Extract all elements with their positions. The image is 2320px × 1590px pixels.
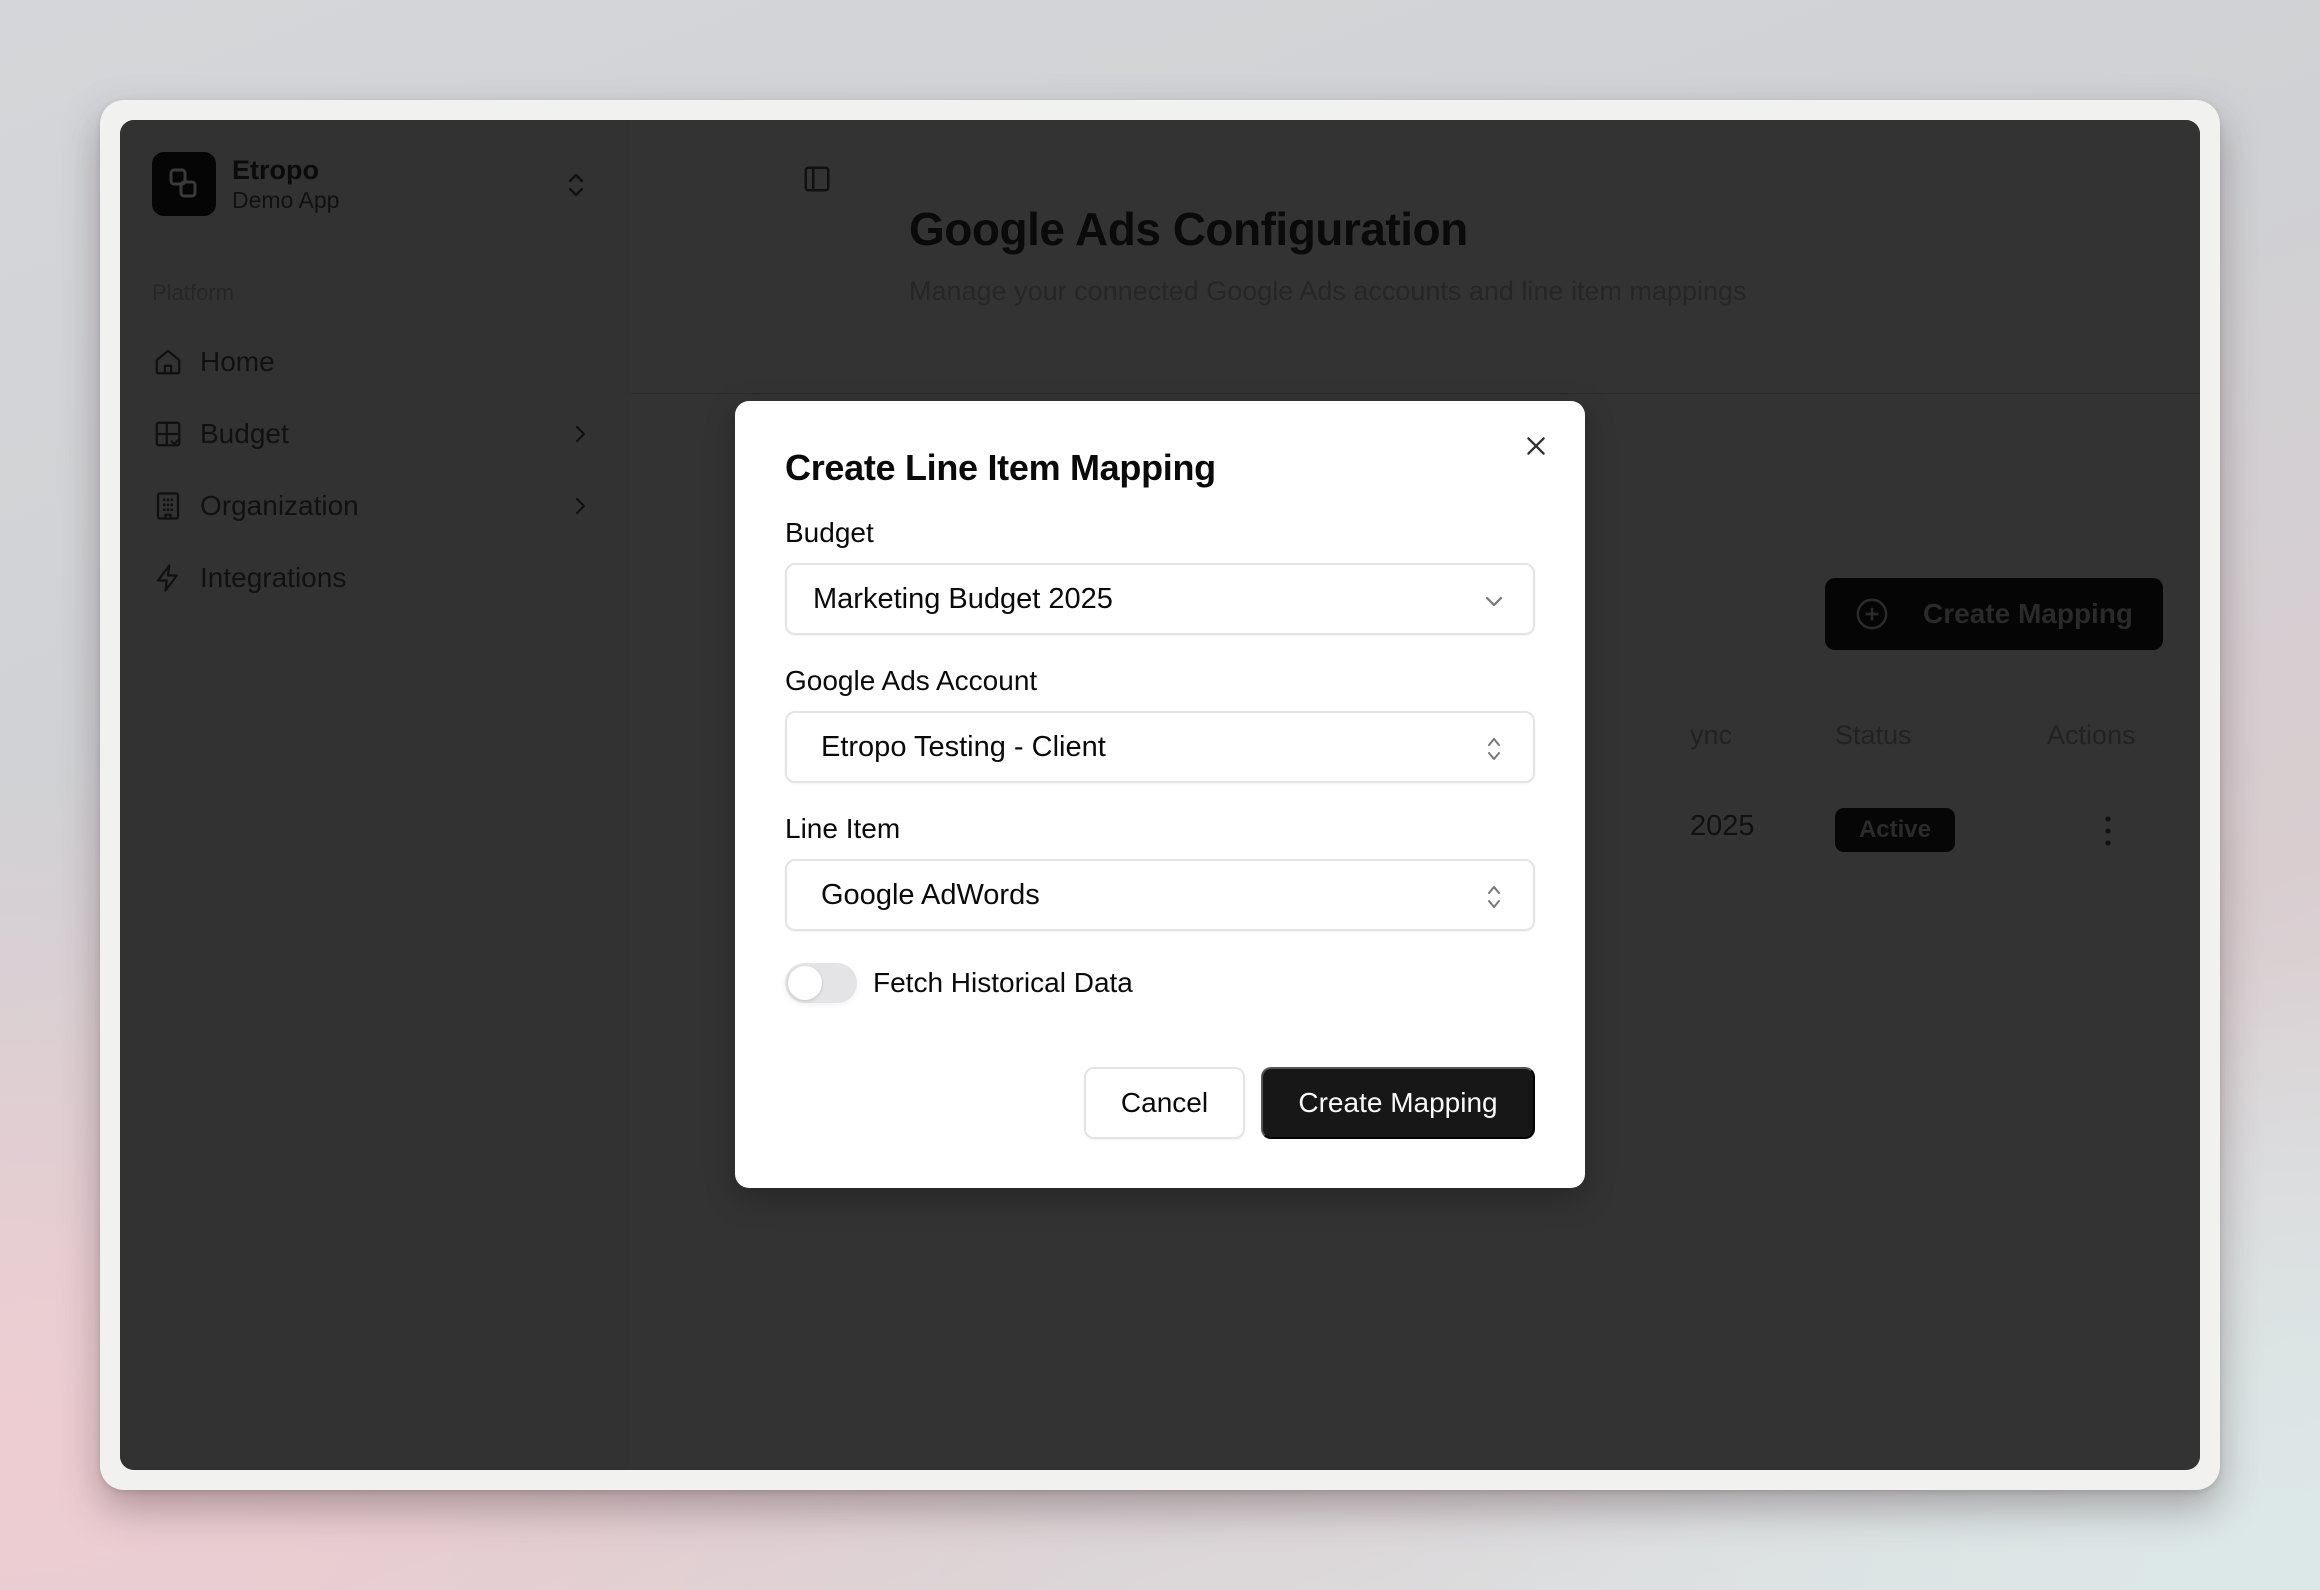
- line-item-select[interactable]: Google AdWords: [785, 859, 1535, 931]
- page-title: Google Ads Configuration: [909, 203, 1468, 255]
- sidebar-item-integrations[interactable]: Integrations: [152, 542, 598, 614]
- create-mapping-submit-button[interactable]: Create Mapping: [1261, 1067, 1535, 1139]
- team-switcher[interactable]: Etropo Demo App: [152, 152, 598, 216]
- table-header-last-sync: ync: [1690, 720, 1733, 750]
- dialog-title: Create Line Item Mapping: [785, 447, 1216, 488]
- chevron-down-icon: [1485, 596, 1503, 607]
- sidebar-item-label: Budget: [200, 418, 289, 449]
- header-divider: [630, 393, 2200, 394]
- budget-grid-icon: [152, 418, 184, 450]
- close-icon: [1527, 437, 1545, 455]
- lightning-icon: [152, 562, 184, 594]
- page-subtitle: Manage your connected Google Ads account…: [909, 276, 1747, 306]
- fetch-historical-toggle[interactable]: [785, 963, 857, 1003]
- logo-icon: [169, 168, 197, 198]
- plus-circle-icon: [1856, 598, 1888, 630]
- home-icon: [152, 346, 184, 378]
- chevrons-up-down-icon: [1488, 738, 1500, 760]
- line-item-label: Line Item: [785, 813, 901, 844]
- budget-select-value: Marketing Budget 2025: [813, 582, 1113, 615]
- sidebar: Etropo Demo App Platform Home Budget Org…: [120, 120, 630, 1470]
- sidebar-item-budget[interactable]: Budget: [152, 398, 598, 470]
- close-button[interactable]: [1521, 431, 1551, 461]
- status-badge: Active: [1835, 808, 1955, 852]
- table-header-status: Status: [1835, 720, 1912, 750]
- sidebar-toggle-button[interactable]: [800, 162, 834, 196]
- budget-label: Budget: [785, 517, 874, 548]
- chevron-right-icon: [575, 425, 586, 443]
- table-cell-last-sync: 2025: [1690, 810, 1755, 842]
- sidebar-item-home[interactable]: Home: [152, 326, 598, 398]
- create-mapping-label: Create Mapping: [1923, 598, 2134, 629]
- line-item-select-value: Google AdWords: [821, 878, 1040, 911]
- sidebar-item-label: Organization: [200, 490, 359, 521]
- table-header-actions: Actions: [2047, 720, 2136, 750]
- building-icon: [152, 490, 184, 522]
- sidebar-item-label: Integrations: [200, 562, 347, 593]
- toggle-knob: [788, 966, 822, 1000]
- cancel-button[interactable]: Cancel: [1084, 1067, 1245, 1139]
- sidebar-section-label: Platform: [152, 280, 234, 305]
- sidebar-item-organization[interactable]: Organization: [152, 470, 598, 542]
- create-mapping-button[interactable]: Create Mapping: [1825, 578, 2163, 650]
- chevrons-up-down-icon: [568, 173, 584, 197]
- brand-subtitle: Demo App: [232, 187, 340, 213]
- brand-name: Etropo: [232, 155, 319, 185]
- ads-account-select-value: Etropo Testing - Client: [821, 730, 1106, 763]
- ads-account-label: Google Ads Account: [785, 665, 1038, 696]
- sidebar-item-label: Home: [200, 346, 275, 377]
- sidebar-nav: Home Budget Organization Integrations: [152, 326, 598, 614]
- ads-account-select[interactable]: Etropo Testing - Client: [785, 711, 1535, 783]
- fetch-historical-label: Fetch Historical Data: [873, 967, 1133, 998]
- app-logo: [152, 152, 216, 216]
- panel-left-icon: [804, 166, 830, 192]
- more-vertical-icon[interactable]: [2098, 814, 2118, 848]
- create-mapping-dialog: Create Line Item Mapping Budget Marketin…: [735, 401, 1585, 1188]
- budget-select[interactable]: Marketing Budget 2025: [785, 563, 1535, 635]
- chevrons-up-down-icon: [1488, 886, 1500, 908]
- chevron-right-icon: [575, 497, 586, 515]
